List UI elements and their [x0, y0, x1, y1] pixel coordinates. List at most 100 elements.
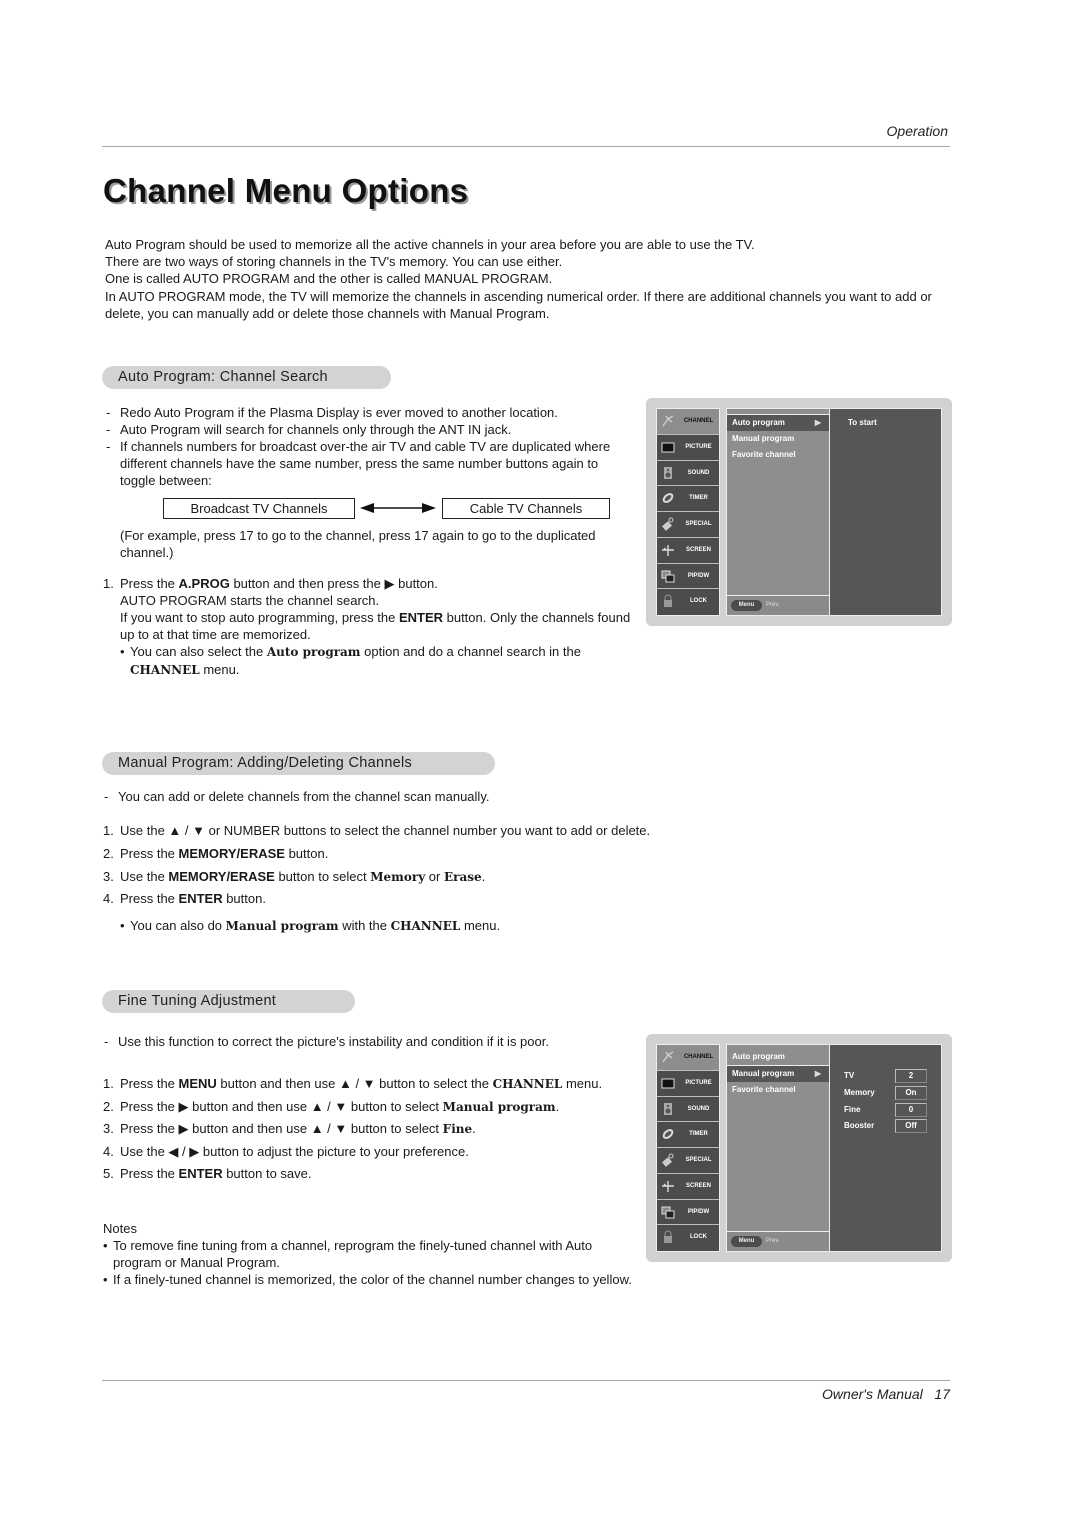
note-item: Auto Program will search for channels on… — [105, 421, 635, 438]
step-item: 5. Press the ENTER button to save. — [103, 1163, 643, 1186]
step-text: button to save. — [222, 1166, 312, 1182]
setting-key: TV — [844, 1071, 855, 1080]
prev-label: Prev. — [766, 602, 780, 608]
intro-line: Auto Program should be used to memorize … — [105, 237, 755, 252]
osd-setting-memory: Memory On — [844, 1086, 934, 1100]
osd-menu-item-manual-program: Manual program — [727, 431, 829, 447]
tip-bullet: • You can also select the Auto program op… — [120, 643, 638, 679]
osd-sidebar-label: LOCK — [690, 1234, 707, 1241]
left-right-arrow-icon: ◀ / ▶ — [168, 1143, 200, 1159]
menu-key-badge: Menu — [731, 600, 762, 611]
step-text: button to select — [347, 1098, 443, 1114]
osd-setting-tv: TV 2 — [844, 1069, 934, 1083]
speaker-icon — [664, 466, 672, 479]
tip-text: You can also select the — [130, 644, 267, 659]
bullet-icon: • — [103, 1238, 108, 1253]
pip-icon — [661, 570, 675, 582]
osd-sidebar-item-screen: SCREEN — [657, 1174, 719, 1200]
step-number: 1. — [103, 576, 114, 591]
right-arrow-icon: ▶ — [384, 576, 395, 591]
step-item: 2. Press the MEMORY/ERASE button. — [103, 843, 753, 866]
header-rule — [102, 146, 950, 147]
osd-sidebar-label: SOUND — [687, 1105, 710, 1112]
setting-key: Memory — [844, 1088, 875, 1097]
osd-menu-label: Favorite channel — [732, 1085, 796, 1094]
right-arrow-icon: ▶ — [814, 418, 821, 427]
option-name: Memory — [370, 869, 426, 884]
step-item: 1. Press the MENU button and then use ▲ /… — [103, 1073, 643, 1096]
setting-key: Booster — [844, 1121, 875, 1130]
step-text: If you want to stop auto programming, pr… — [103, 609, 638, 643]
setting-value: On — [895, 1086, 927, 1100]
step-number: 4. — [103, 891, 114, 907]
osd-sidebar: CHANNEL PICTURE SOUND TIMER SPECIAL SCRE… — [656, 1044, 720, 1252]
right-arrow-icon: ▶ — [178, 1121, 189, 1137]
osd-sidebar-item-timer: TIMER — [657, 1122, 719, 1148]
step-text: menu. — [562, 1076, 603, 1091]
step-item: 1. Use the ▲ / ▼ or NUMBER buttons to sel… — [103, 820, 753, 843]
osd-sidebar-label: PICTURE — [685, 1079, 712, 1086]
setting-value: Off — [895, 1119, 927, 1133]
osd-sidebar-label: SOUND — [687, 469, 710, 476]
toggle-arrow-icon — [360, 503, 436, 513]
footer-rule — [102, 1380, 950, 1381]
note-bullet: • If a finely-tuned channel is memorized,… — [103, 1271, 643, 1288]
timer-icon — [662, 493, 674, 504]
osd-menu-label: Auto program — [732, 418, 785, 427]
menu-name: CHANNEL — [492, 1077, 563, 1091]
tip-text: menu. — [199, 662, 240, 677]
setting-value: 2 — [895, 1069, 927, 1083]
step-text: button. — [394, 576, 438, 591]
section-label: Operation — [886, 123, 948, 139]
note-bullet: • To remove fine tuning from a channel, r… — [103, 1237, 643, 1271]
osd-footer: Menu Prev. — [727, 1231, 829, 1251]
bullet-icon: • — [103, 1272, 108, 1287]
button-name: ENTER — [178, 1166, 223, 1182]
screen-adjust-icon — [662, 1180, 674, 1192]
up-down-arrow-icon: ▲ / ▼ — [338, 1076, 376, 1091]
step-text: Press the — [120, 1076, 179, 1091]
tip-text: menu. — [460, 918, 501, 934]
example-text: (For example, press 17 to go to the chan… — [120, 528, 596, 560]
menu-name: CHANNEL — [130, 663, 200, 677]
button-name: ENTER — [178, 891, 223, 907]
broadcast-tv-box: Broadcast TV Channels — [163, 498, 355, 519]
step-text: or NUMBER buttons to select the channel … — [205, 823, 651, 838]
osd-sidebar: CHANNEL PICTURE SOUND TIMER SPECIAL SCRE… — [656, 408, 720, 616]
osd-sidebar-item-timer: TIMER — [657, 486, 719, 512]
osd-sidebar-item-sound: SOUND — [657, 461, 719, 487]
osd-setting-fine: Fine 0 — [844, 1103, 934, 1117]
note-item: If channels numbers for broadcast over-t… — [105, 438, 635, 489]
osd-sidebar-item-special: SPECIAL — [657, 1148, 719, 1174]
step-text: or — [425, 868, 444, 884]
step-text: button to select — [274, 868, 371, 884]
setting-value: 0 — [895, 1103, 927, 1117]
step-text: . — [555, 1098, 560, 1114]
step-text: AUTO PROGRAM starts the channel search. — [120, 593, 380, 608]
intro-line: One is called AUTO PROGRAM and the other… — [105, 271, 553, 287]
key-tag-icon — [662, 517, 674, 531]
osd-sidebar-item-screen: SCREEN — [657, 538, 719, 564]
intro-line: In AUTO PROGRAM mode, the TV will memori… — [105, 288, 932, 321]
step-text: button and then use — [188, 1098, 311, 1114]
osd-sidebar-label: SCREEN — [685, 1182, 711, 1189]
footer-label: Owner's Manual — [822, 1386, 923, 1402]
button-name: MEMORY/ERASE — [168, 868, 275, 884]
osd-sidebar-label: SCREEN — [685, 546, 711, 553]
osd-submenu-panel: TV 2 Memory On Fine 0 Booster Off — [830, 1044, 942, 1252]
osd-menu-label: Manual program — [732, 434, 795, 443]
step-text: button and then press the — [229, 576, 385, 591]
button-name: A.PROG — [178, 576, 230, 591]
step-number: 3. — [103, 1121, 114, 1137]
note-text: If a finely-tuned channel is memorized, … — [113, 1272, 632, 1287]
step-text: button to adjust the picture to your pre… — [199, 1143, 469, 1159]
speaker-icon — [664, 1102, 672, 1115]
fine-tuning-note: Use this function to correct the picture… — [103, 1033, 583, 1050]
osd-menu-label: Manual program — [732, 1069, 795, 1078]
note-text: To remove fine tuning from a channel, re… — [113, 1238, 593, 1270]
note-item: You can add or delete channels from the … — [103, 788, 753, 805]
osd-channel-menu: Auto program Manual program ▶ Favorite ch… — [726, 1044, 830, 1252]
step-text: button to select — [347, 1121, 443, 1137]
step-text: Use the — [120, 1143, 169, 1159]
step-text: Press the — [120, 845, 179, 861]
